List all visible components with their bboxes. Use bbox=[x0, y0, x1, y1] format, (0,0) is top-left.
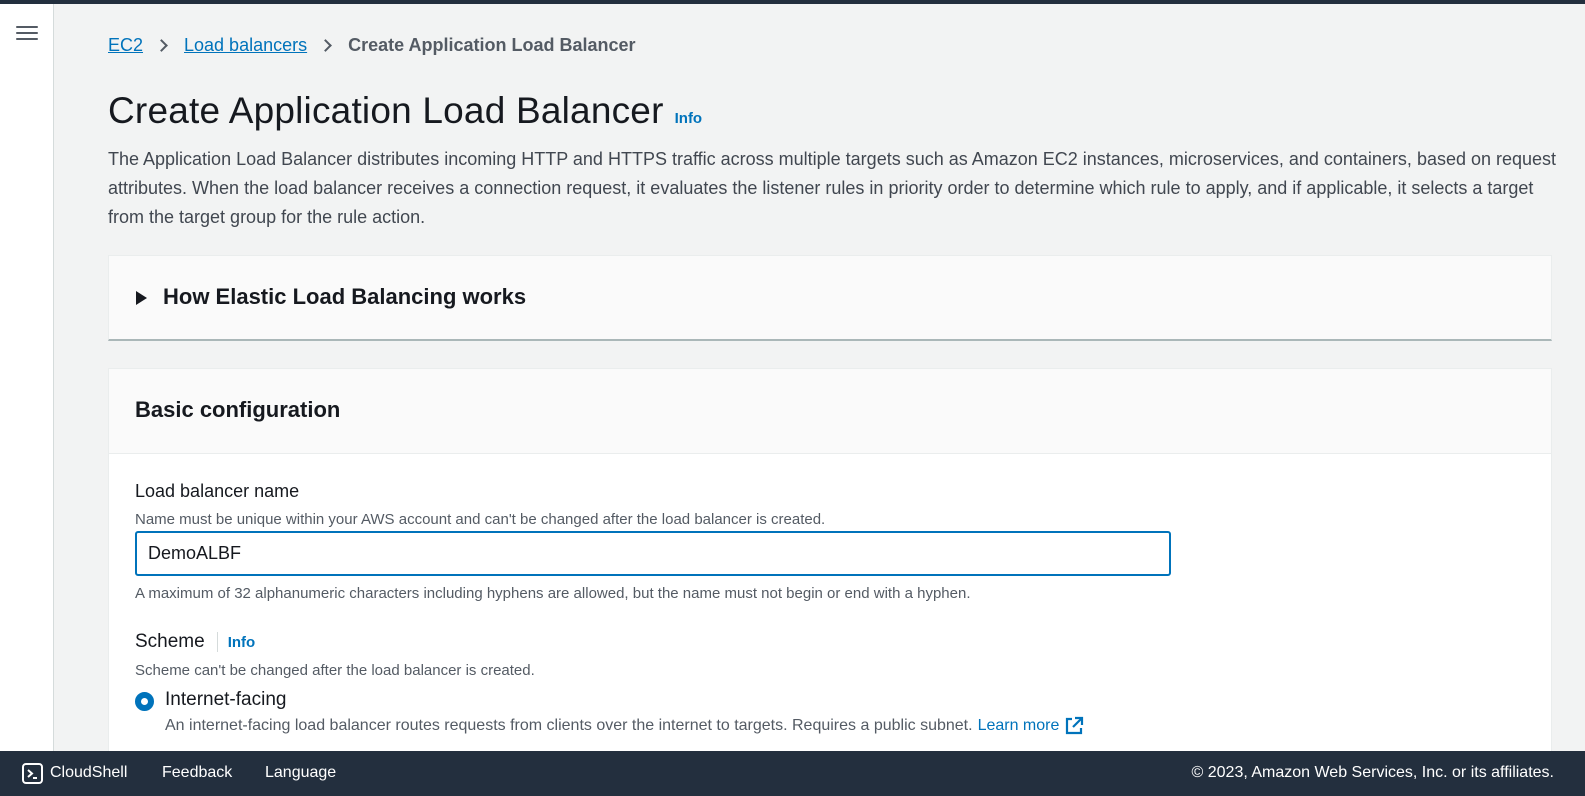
page-title: Create Application Load Balancer bbox=[108, 90, 664, 131]
console-footer: CloudShell Feedback Language © 2023, Ama… bbox=[0, 751, 1585, 796]
internet-facing-description-text: An internet-facing load balancer routes … bbox=[165, 717, 973, 734]
scheme-info-link[interactable]: Info bbox=[228, 634, 256, 651]
internet-facing-description: An internet-facing load balancer routes … bbox=[165, 716, 1084, 736]
breadcrumb-ec2[interactable]: EC2 bbox=[108, 35, 143, 56]
load-balancer-name-description: Name must be unique within your AWS acco… bbox=[135, 511, 826, 528]
cloudshell-button[interactable]: CloudShell bbox=[50, 764, 127, 782]
basic-configuration-panel: Basic configuration Load balancer name N… bbox=[108, 368, 1552, 771]
chevron-right-icon bbox=[319, 38, 332, 52]
load-balancer-name-constraint: A maximum of 32 alphanumeric characters … bbox=[135, 585, 971, 602]
internet-facing-label[interactable]: Internet-facing bbox=[165, 689, 286, 711]
scheme-description: Scheme can't be changed after the load b… bbox=[135, 662, 535, 679]
page-info-link[interactable]: Info bbox=[675, 110, 703, 127]
external-link-icon[interactable] bbox=[1064, 716, 1084, 736]
load-balancer-name-label: Load balancer name bbox=[135, 481, 300, 501]
page-header: Create Application Load Balancer Info bbox=[108, 90, 702, 132]
top-strip bbox=[0, 0, 1585, 4]
copyright-text: © 2023, Amazon Web Services, Inc. or its… bbox=[1191, 764, 1554, 781]
breadcrumb-current: Create Application Load Balancer bbox=[348, 34, 636, 55]
panel-header: Basic configuration bbox=[109, 369, 1551, 454]
scheme-header: Scheme Info bbox=[135, 631, 255, 653]
language-button[interactable]: Language bbox=[265, 764, 336, 782]
caret-right-icon bbox=[136, 291, 147, 305]
hamburger-menu-icon[interactable] bbox=[16, 24, 38, 42]
panel-title: Basic configuration bbox=[135, 397, 341, 422]
how-elb-works-expander[interactable]: How Elastic Load Balancing works bbox=[108, 255, 1552, 341]
cloudshell-icon[interactable] bbox=[22, 763, 43, 784]
scheme-label: Scheme bbox=[135, 631, 205, 652]
breadcrumb-load-balancers[interactable]: Load balancers bbox=[184, 35, 307, 56]
learn-more-link[interactable]: Learn more bbox=[978, 717, 1060, 735]
breadcrumb: EC2 Load balancers Create Application Lo… bbox=[108, 33, 636, 57]
chevron-right-icon bbox=[155, 38, 168, 52]
feedback-button[interactable]: Feedback bbox=[162, 764, 232, 782]
side-navigation bbox=[0, 4, 54, 761]
divider bbox=[216, 632, 218, 652]
load-balancer-name-input[interactable] bbox=[135, 531, 1171, 576]
page-description: The Application Load Balancer distribute… bbox=[108, 149, 1557, 227]
expander-title: How Elastic Load Balancing works bbox=[163, 284, 527, 309]
internet-facing-radio[interactable] bbox=[135, 692, 154, 711]
